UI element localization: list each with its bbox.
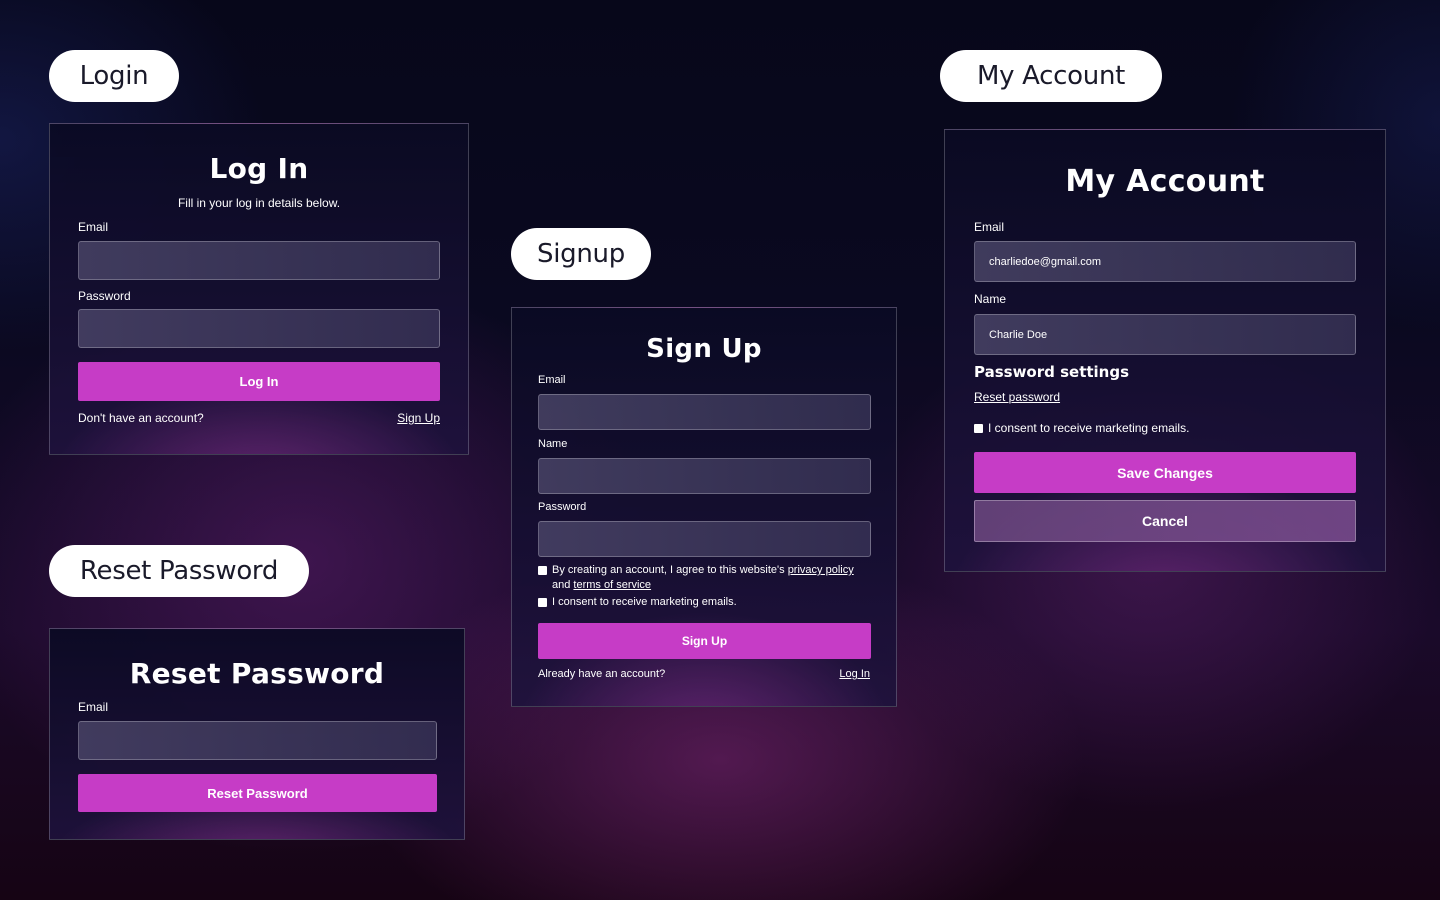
signup-terms-prefix: By creating an account, I agree to this …: [552, 564, 785, 576]
signup-email-input[interactable]: [538, 394, 871, 430]
reset-password-card: Reset Password Email Reset Password: [49, 628, 465, 840]
my-account-title: My Account: [1065, 164, 1265, 199]
login-card: Log In Fill in your log in details below…: [49, 123, 469, 455]
my-account-card: My Account Email Name Password settings …: [944, 129, 1386, 572]
login-password-label: Password: [78, 289, 131, 303]
reset-password-title: Reset Password: [129, 657, 385, 690]
cancel-button[interactable]: Cancel: [974, 500, 1356, 542]
signup-password-label: Password: [538, 501, 587, 513]
account-marketing-row: I consent to receive marketing emails.: [974, 421, 1189, 436]
account-name-input[interactable]: [974, 314, 1356, 355]
signup-card: Sign Up Email Name Password By creating …: [511, 307, 897, 707]
signup-marketing-checkbox[interactable]: [538, 598, 547, 607]
signup-terms-checkbox[interactable]: [538, 566, 547, 575]
signup-email-label: Email: [538, 374, 566, 386]
signup-login-link[interactable]: Log In: [839, 668, 870, 680]
password-settings-heading: Password settings: [974, 363, 1130, 381]
section-label-reset-password: Reset Password: [49, 545, 309, 597]
section-label-login: Login: [49, 50, 179, 102]
signup-terms-and: and: [552, 579, 571, 591]
reset-email-input[interactable]: [78, 721, 437, 760]
signup-terms-row: By creating an account, I agree to this …: [538, 563, 878, 593]
privacy-policy-link[interactable]: privacy policy: [788, 564, 854, 576]
account-marketing-checkbox[interactable]: [974, 424, 983, 433]
login-footer-text: Don't have an account?: [78, 411, 204, 425]
login-signup-link[interactable]: Sign Up: [397, 411, 440, 425]
section-label-signup: Signup: [511, 228, 651, 280]
login-password-input[interactable]: [78, 309, 440, 348]
account-marketing-text: I consent to receive marketing emails.: [988, 421, 1190, 435]
reset-password-link[interactable]: Reset password: [974, 390, 1060, 404]
login-submit-button[interactable]: Log In: [78, 362, 440, 401]
section-label-my-account: My Account: [940, 50, 1162, 102]
account-email-label: Email: [974, 220, 1005, 234]
login-title: Log In: [209, 152, 309, 185]
login-email-label: Email: [78, 220, 109, 234]
save-changes-button[interactable]: Save Changes: [974, 452, 1356, 493]
signup-submit-button[interactable]: Sign Up: [538, 623, 871, 659]
signup-title: Sign Up: [646, 334, 762, 364]
account-name-label: Name: [974, 292, 1007, 306]
login-subtitle: Fill in your log in details below.: [177, 196, 341, 210]
signup-terms-text: By creating an account, I agree to this …: [552, 563, 854, 593]
account-email-input[interactable]: [974, 241, 1356, 282]
reset-password-button[interactable]: Reset Password: [78, 774, 437, 812]
signup-marketing-text: I consent to receive marketing emails.: [552, 596, 737, 608]
signup-name-label: Name: [538, 438, 568, 450]
signup-footer-text: Already have an account?: [538, 668, 666, 680]
signup-name-input[interactable]: [538, 458, 871, 494]
terms-of-service-link[interactable]: terms of service: [573, 579, 651, 591]
signup-marketing-row: I consent to receive marketing emails.: [538, 595, 737, 610]
login-email-input[interactable]: [78, 241, 440, 280]
reset-email-label: Email: [78, 700, 109, 714]
signup-password-input[interactable]: [538, 521, 871, 557]
